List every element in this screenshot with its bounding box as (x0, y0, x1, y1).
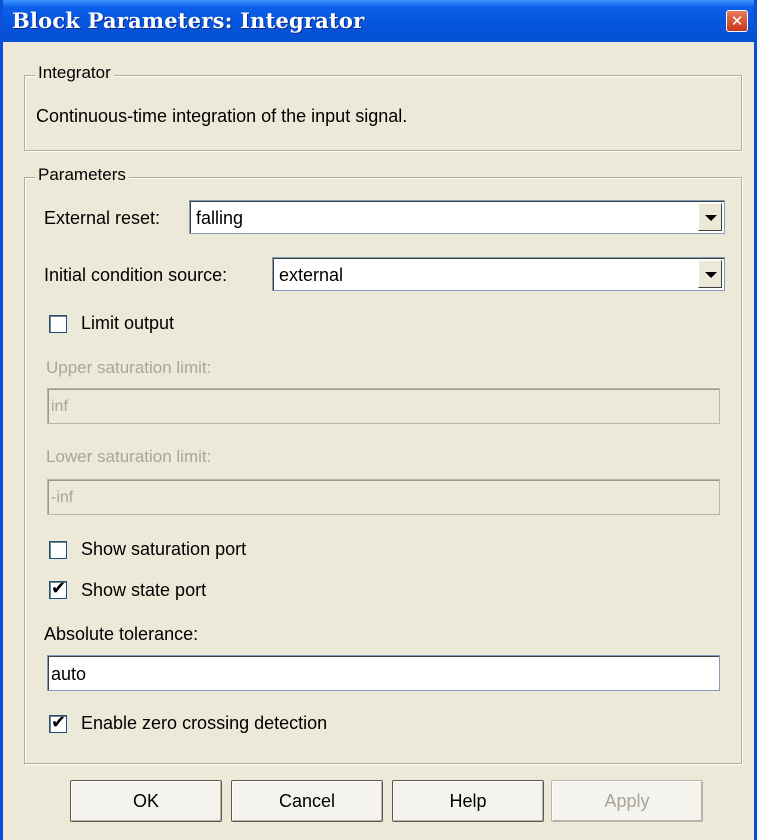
show-state-port-label[interactable]: Show state port (81, 579, 206, 601)
limit-output-checkbox[interactable] (49, 315, 67, 333)
show-saturation-port-checkbox[interactable] (49, 541, 67, 559)
close-icon[interactable]: ✕ (726, 10, 748, 32)
absolute-tolerance-label: Absolute tolerance: (44, 624, 199, 644)
window-title: Block Parameters: Integrator (12, 8, 365, 33)
lower-saturation-limit-value: -inf (51, 489, 74, 506)
checkmark-icon: ✔ (51, 712, 67, 733)
dialog-window: Block Parameters: Integrator ✕ Integrato… (0, 0, 757, 840)
initial-condition-source-value: external (279, 265, 344, 285)
absolute-tolerance-field[interactable]: auto (47, 655, 720, 691)
block-description: Continuous-time integration of the input… (36, 106, 408, 126)
checkmark-icon: ✔ (51, 578, 67, 599)
chevron-down-icon[interactable] (698, 260, 722, 288)
help-button[interactable]: Help (392, 780, 544, 822)
initial-condition-source-select[interactable]: external (272, 257, 725, 291)
upper-saturation-limit-value: inf (51, 398, 68, 415)
lower-saturation-limit-field[interactable]: -inf (47, 479, 720, 515)
zero-crossing-label[interactable]: Enable zero crossing detection (81, 712, 327, 734)
limit-output-label[interactable]: Limit output (81, 312, 174, 334)
ok-button[interactable]: OK (70, 780, 222, 822)
show-saturation-port-label[interactable]: Show saturation port (81, 538, 246, 560)
integrator-group-legend: Integrator (35, 63, 114, 83)
upper-saturation-limit-label: Upper saturation limit: (46, 358, 212, 377)
apply-button[interactable]: Apply (551, 780, 703, 822)
chevron-down-icon[interactable] (698, 203, 722, 231)
parameters-group-legend: Parameters (35, 165, 129, 185)
title-bar[interactable]: Block Parameters: Integrator ✕ (3, 0, 754, 42)
zero-crossing-checkbox[interactable]: ✔ (49, 712, 67, 733)
upper-saturation-limit-field[interactable]: inf (47, 388, 720, 424)
external-reset-select[interactable]: falling (189, 200, 725, 234)
cancel-button[interactable]: Cancel (231, 780, 383, 822)
lower-saturation-limit-label: Lower saturation limit: (46, 447, 212, 466)
show-state-port-checkbox[interactable]: ✔ (49, 578, 67, 599)
external-reset-label: External reset: (44, 208, 161, 228)
initial-condition-source-label: Initial condition source: (44, 265, 228, 285)
absolute-tolerance-value: auto (51, 664, 87, 684)
external-reset-value: falling (196, 208, 244, 228)
